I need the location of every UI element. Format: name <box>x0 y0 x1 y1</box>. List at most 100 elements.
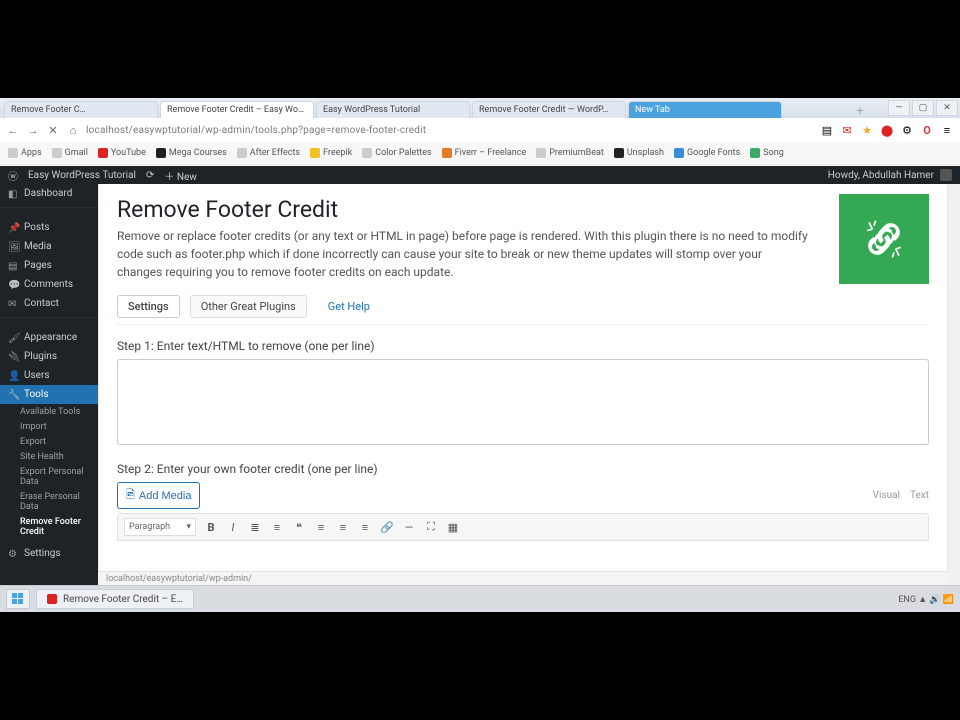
extension-icon[interactable]: ★ <box>860 123 874 137</box>
sidebar-item-appearance[interactable]: 🖌Appearance <box>0 328 98 347</box>
extension-icon[interactable]: ▤ <box>820 123 834 137</box>
plugin-logo <box>839 194 929 284</box>
sidebar-item-users[interactable]: 👤Users <box>0 366 98 385</box>
sidebar-item-dashboard[interactable]: ◧ Dashboard <box>0 184 98 203</box>
italic-icon[interactable]: I <box>226 520 240 534</box>
minimize-button[interactable]: — <box>888 100 910 116</box>
sidebar-item-media[interactable]: 🖼Media <box>0 237 98 256</box>
bookmark[interactable]: Apps <box>8 148 42 158</box>
bookmark[interactable]: After Effects <box>237 148 300 158</box>
plug-icon: 🔌 <box>8 352 18 362</box>
toolbar-toggle-icon[interactable]: ▦ <box>446 520 460 534</box>
sidebar-item-settings[interactable]: ⚙Settings <box>0 544 98 563</box>
quote-icon[interactable]: ❝ <box>292 520 306 534</box>
submenu-item-current[interactable]: Remove Footer Credit <box>20 516 98 538</box>
main-content: Remove Footer Credit Remove or replace f… <box>98 184 948 612</box>
site-name[interactable]: Easy WordPress Tutorial <box>28 170 136 181</box>
sidebar-item-tools[interactable]: 🔧Tools <box>0 385 98 404</box>
bookmark[interactable]: YouTube <box>98 148 146 158</box>
extension-icon[interactable]: ✉ <box>840 123 854 137</box>
sidebar-item-comments[interactable]: 💬Comments <box>0 275 98 294</box>
bookmark[interactable]: Fiverr – Freelance <box>442 148 527 158</box>
extension-icon[interactable]: ⚙ <box>900 123 914 137</box>
sidebar-item-label: Pages <box>24 260 52 271</box>
bookmark-label: Gmail <box>65 148 88 158</box>
submenu-item[interactable]: Import <box>20 421 98 433</box>
sidebar-item-plugins[interactable]: 🔌Plugins <box>0 347 98 366</box>
sidebar-item-pages[interactable]: ▤Pages <box>0 256 98 275</box>
browser-tab[interactable]: Remove Footer Credit — WordP… <box>472 101 626 118</box>
add-media-button[interactable]: 🖻 Add Media <box>117 482 200 509</box>
numbered-list-icon[interactable]: ≡ <box>270 520 284 534</box>
submenu-item[interactable]: Erase Personal Data <box>20 491 98 513</box>
wp-logo-icon[interactable]: ⓦ <box>8 168 18 183</box>
submenu-item[interactable]: Site Health <box>20 451 98 463</box>
new-content[interactable]: ＋ New <box>164 168 196 183</box>
browser-tab[interactable]: Easy WordPress Tutorial <box>316 101 470 118</box>
align-right-icon[interactable]: ≡ <box>358 520 372 534</box>
fullscreen-icon[interactable]: ⛶ <box>424 520 438 534</box>
tab-text[interactable]: Text <box>910 490 929 501</box>
browser-tab[interactable]: New Tab <box>628 101 782 118</box>
browser-tab-active[interactable]: Remove Footer Credit – Easy Wo… <box>160 101 314 118</box>
editor-mode-tabs: Visual Text <box>873 490 929 501</box>
bookmark-label: Mega Courses <box>169 148 227 158</box>
format-select[interactable]: Paragraph▾ <box>124 518 196 536</box>
link-icon[interactable]: 🔗 <box>380 520 394 534</box>
tab-title: Remove Footer Credit – Easy Wo… <box>167 105 304 115</box>
opera-menu-icon[interactable]: O <box>920 123 934 137</box>
start-button[interactable] <box>6 589 30 609</box>
close-button[interactable]: ✕ <box>936 100 958 116</box>
tab-title: Remove Footer Credit — WordP… <box>479 105 608 115</box>
bookmark[interactable]: PremiumBeat <box>536 148 604 158</box>
system-tray[interactable]: ENG ▲ 🔊 📶 <box>898 594 954 605</box>
add-media-label: Add Media <box>139 490 192 502</box>
back-icon[interactable]: ← <box>6 123 20 137</box>
bookmark[interactable]: Unsplash <box>614 148 664 158</box>
submenu-item[interactable]: Export Personal Data <box>20 466 98 488</box>
mail-icon: ✉ <box>8 299 18 309</box>
readmore-icon[interactable]: — <box>402 520 416 534</box>
bullet-list-icon[interactable]: ≣ <box>248 520 262 534</box>
tab-other-plugins[interactable]: Other Great Plugins <box>190 295 307 318</box>
maximize-button[interactable]: ▢ <box>912 100 934 116</box>
url-field[interactable]: localhost/easywptutorial/wp-admin/tools.… <box>86 125 814 136</box>
submenu-item[interactable]: Available Tools <box>20 406 98 418</box>
remove-text-input[interactable] <box>117 359 929 445</box>
bookmark-label: PremiumBeat <box>549 148 604 158</box>
tab-settings[interactable]: Settings <box>117 295 180 318</box>
browser-tab[interactable]: Remove Footer C… <box>4 101 158 118</box>
bold-icon[interactable]: B <box>204 520 218 534</box>
bookmark-label: Freepik <box>323 148 352 158</box>
bookmark[interactable]: Mega Courses <box>156 148 227 158</box>
tab-visual[interactable]: Visual <box>873 490 900 501</box>
bookmark[interactable]: Freepik <box>310 148 352 158</box>
sidebar-item-posts[interactable]: 📌Posts <box>0 218 98 237</box>
window-controls: — ▢ ✕ <box>888 100 958 116</box>
taskbar-app[interactable]: Remove Footer Credit – E… <box>36 589 194 609</box>
extension-icon[interactable]: ⬤ <box>880 123 894 137</box>
bookmark[interactable]: Gmail <box>52 148 88 158</box>
menu-icon[interactable]: ≡ <box>940 123 954 137</box>
sidebar-item-contact[interactable]: ✉Contact <box>0 294 98 313</box>
forward-icon[interactable]: → <box>26 123 40 137</box>
user-greeting[interactable]: Howdy, Abdullah Hamer <box>828 170 934 181</box>
sidebar-item-label: Dashboard <box>24 188 72 199</box>
bookmark[interactable]: Google Fonts <box>674 148 740 158</box>
bookmark[interactable]: Color Palettes <box>362 148 431 158</box>
align-left-icon[interactable]: ≡ <box>314 520 328 534</box>
tools-submenu: Available Tools Import Export Site Healt… <box>0 404 98 544</box>
dashboard-icon: ◧ <box>8 189 18 199</box>
address-bar: ← → ✕ ⌂ localhost/easywptutorial/wp-admi… <box>0 118 960 143</box>
tab-get-help[interactable]: Get Help <box>317 295 381 318</box>
submenu-item[interactable]: Export <box>20 436 98 448</box>
bookmark-label: Google Fonts <box>687 148 740 158</box>
home-icon[interactable]: ⌂ <box>66 123 80 137</box>
bookmark[interactable]: Song <box>750 148 784 158</box>
updates-icon[interactable]: ⟳ <box>146 170 154 181</box>
align-center-icon[interactable]: ≡ <box>336 520 350 534</box>
browser-chrome: Remove Footer C… Remove Footer Credit – … <box>0 98 960 166</box>
stop-reload-icon[interactable]: ✕ <box>46 123 60 137</box>
bookmark-label: Color Palettes <box>375 148 431 158</box>
sidebar-item-label: Comments <box>24 279 73 290</box>
